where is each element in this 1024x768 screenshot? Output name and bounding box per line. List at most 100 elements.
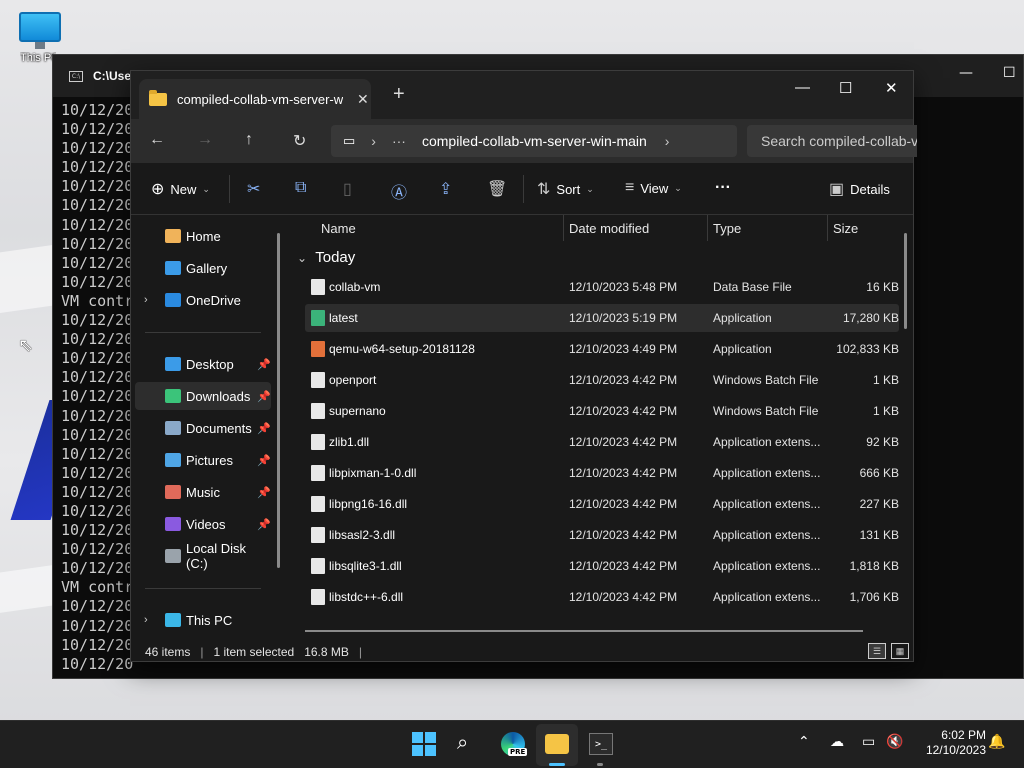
file-row[interactable]: supernano 12/10/2023 4:42 PM Windows Batch… bbox=[305, 397, 899, 425]
pin-icon[interactable]: 📌 bbox=[257, 390, 271, 403]
column-header-date[interactable]: Date modified bbox=[569, 221, 649, 236]
sidebar-item-gallery[interactable]: Gallery bbox=[135, 254, 271, 282]
navigation-pane[interactable]: Home Gallery › OneDrive Desktop 📌 Downloads 📌 Do… bbox=[131, 215, 289, 628]
file-row[interactable]: libpng16-16.dll 12/10/2023 4:42 PM Applica… bbox=[305, 490, 899, 518]
file-icon bbox=[311, 310, 325, 326]
column-divider[interactable] bbox=[563, 215, 564, 241]
refresh-icon[interactable]: ↻ bbox=[293, 131, 306, 151]
more-options-button[interactable]: ··· bbox=[715, 179, 731, 197]
explorer-tab[interactable]: compiled-collab-vm-server-wi ✕ bbox=[139, 79, 371, 119]
minimize-icon[interactable]: — bbox=[795, 79, 810, 96]
view-button[interactable]: ≡ View ⌄ bbox=[625, 179, 682, 197]
file-type: Application extens... bbox=[713, 559, 821, 573]
minimize-icon[interactable]: — bbox=[959, 65, 973, 81]
start-icon[interactable] bbox=[412, 732, 436, 756]
file-row[interactable]: collab-vm 12/10/2023 5:48 PM Data Base Fil… bbox=[305, 273, 899, 301]
file-row[interactable]: openport 12/10/2023 4:42 PM Windows Batch … bbox=[305, 366, 899, 394]
sidebar-item-label: Videos bbox=[186, 516, 226, 532]
paste-button[interactable]: ▯ bbox=[343, 179, 352, 199]
column-header-name[interactable]: Name bbox=[321, 221, 356, 236]
file-date: 12/10/2023 5:48 PM bbox=[569, 280, 678, 294]
chevron-up-icon[interactable]: ⌃ bbox=[798, 734, 810, 750]
pin-icon[interactable]: 📌 bbox=[257, 422, 271, 435]
new-tab-icon[interactable]: + bbox=[393, 83, 405, 106]
sort-button[interactable]: ⇅ Sort ⌄ bbox=[537, 179, 594, 199]
file-row[interactable]: libsasl2-3.dll 12/10/2023 4:42 PM Applicat… bbox=[305, 521, 899, 549]
sidebar-scrollbar[interactable] bbox=[277, 233, 280, 568]
column-header-size[interactable]: Size bbox=[833, 221, 858, 236]
file-row[interactable]: libpixman-1-0.dll 12/10/2023 4:42 PM Appli… bbox=[305, 459, 899, 487]
pin-icon[interactable]: 📌 bbox=[257, 358, 271, 371]
sidebar-item-onedrive[interactable]: › OneDrive bbox=[135, 286, 271, 314]
sidebar-item-music[interactable]: Music 📌 bbox=[135, 478, 271, 506]
file-type: Windows Batch File bbox=[713, 404, 819, 418]
maximize-icon[interactable]: ☐ bbox=[839, 79, 852, 97]
file-date: 12/10/2023 4:42 PM bbox=[569, 435, 678, 449]
list-scrollbar[interactable] bbox=[904, 233, 907, 329]
file-name: libpng16-16.dll bbox=[329, 497, 408, 511]
horizontal-scrollbar[interactable] bbox=[305, 630, 863, 632]
file-row[interactable]: zlib1.dll 12/10/2023 4:42 PM Application e… bbox=[305, 428, 899, 456]
sidebar-item-local-disk-c[interactable]: Local Disk (C:) bbox=[135, 541, 271, 571]
pin-icon[interactable]: 📌 bbox=[257, 454, 271, 467]
forward-icon[interactable]: → bbox=[197, 131, 213, 149]
file-row[interactable]: libstdc++-6.dll 12/10/2023 4:42 PM Applica… bbox=[305, 583, 899, 611]
pin-icon[interactable]: 📌 bbox=[257, 518, 271, 531]
sidebar-item-documents[interactable]: Documents 📌 bbox=[135, 414, 271, 442]
new-button[interactable]: ⊕ New ⌄ bbox=[151, 179, 210, 199]
details-view-icon[interactable]: ☰ bbox=[868, 643, 886, 659]
cloud-off-icon[interactable]: ☁ bbox=[830, 734, 844, 750]
file-type: Application bbox=[713, 342, 772, 356]
pin-icon[interactable]: 📌 bbox=[257, 486, 271, 499]
file-explorer-window[interactable]: compiled-collab-vm-server-wi ✕ + — ☐ ✕ ←… bbox=[130, 70, 917, 662]
sidebar-item-home[interactable]: Home bbox=[135, 222, 271, 250]
rename-button[interactable]: Ⓐ bbox=[391, 179, 407, 203]
expand-chevron-icon[interactable]: › bbox=[144, 294, 148, 306]
column-divider[interactable] bbox=[827, 215, 828, 241]
sidebar-item-desktop[interactable]: Desktop 📌 bbox=[135, 350, 271, 378]
file-list[interactable]: Name Date modified Type Size ⌄ Today col… bbox=[291, 215, 915, 627]
sidebar-item-label: Home bbox=[186, 228, 221, 244]
file-row[interactable]: libsqlite3-1.dll 12/10/2023 4:42 PM Applic… bbox=[305, 552, 899, 580]
search-icon[interactable]: ⌕ bbox=[457, 730, 481, 754]
file-date: 12/10/2023 4:49 PM bbox=[569, 342, 678, 356]
maximize-icon[interactable]: ☐ bbox=[1003, 65, 1016, 81]
search-input[interactable]: Search compiled-collab-v bbox=[747, 125, 917, 157]
close-tab-icon[interactable]: ✕ bbox=[357, 91, 369, 108]
details-button[interactable]: ▣ Details bbox=[829, 179, 890, 199]
file-icon bbox=[311, 558, 325, 574]
expand-chevron-icon[interactable]: › bbox=[144, 614, 148, 626]
file-icon bbox=[311, 496, 325, 512]
sidebar-item-this-pc[interactable]: › This PC bbox=[135, 606, 271, 634]
breadcrumb-overflow-icon[interactable]: ··· bbox=[392, 133, 406, 149]
breadcrumb-current[interactable]: compiled-collab-vm-server-win-main bbox=[422, 133, 647, 149]
sidebar-item-videos[interactable]: Videos 📌 bbox=[135, 510, 271, 538]
notification-bell-icon[interactable]: 🔔 bbox=[988, 734, 1005, 750]
cut-button[interactable]: ✂ bbox=[247, 179, 260, 199]
delete-button[interactable]: 🗑 bbox=[487, 179, 507, 199]
network-icon[interactable]: ▭ bbox=[862, 734, 875, 750]
file-row[interactable]: qemu-w64-setup-20181128 12/10/2023 4:49 P… bbox=[305, 335, 899, 363]
clock-time: 6:02 PM bbox=[941, 728, 986, 742]
copy-button[interactable]: ⧉ bbox=[295, 179, 306, 197]
share-button[interactable]: ⇪ bbox=[439, 179, 452, 199]
terminal-title: C:\Use bbox=[93, 69, 132, 83]
file-date: 12/10/2023 4:42 PM bbox=[569, 497, 678, 511]
clock[interactable]: 6:02 PM 12/10/2023 bbox=[916, 728, 986, 758]
volume-muted-icon[interactable]: 🔇 bbox=[886, 734, 903, 750]
up-icon[interactable]: ↑ bbox=[245, 131, 253, 149]
sidebar-item-pictures[interactable]: Pictures 📌 bbox=[135, 446, 271, 474]
file-explorer-icon[interactable] bbox=[545, 734, 569, 754]
back-icon[interactable]: ← bbox=[149, 131, 165, 149]
terminal-icon[interactable]: >_ bbox=[589, 733, 613, 755]
tiles-view-icon[interactable]: ▦ bbox=[891, 643, 909, 659]
address-bar[interactable]: ▭ › ··· compiled-collab-vm-server-win-ma… bbox=[331, 125, 737, 157]
sidebar-item-downloads[interactable]: Downloads 📌 bbox=[135, 382, 271, 410]
column-header-type[interactable]: Type bbox=[713, 221, 741, 236]
file-row[interactable]: latest 12/10/2023 5:19 PM Application 17,28… bbox=[305, 304, 899, 332]
column-divider[interactable] bbox=[707, 215, 708, 241]
breadcrumb-chevron-icon[interactable]: › bbox=[665, 133, 670, 149]
file-date: 12/10/2023 4:42 PM bbox=[569, 373, 678, 387]
group-header[interactable]: ⌄ Today bbox=[297, 249, 355, 266]
close-window-icon[interactable]: ✕ bbox=[885, 79, 898, 97]
